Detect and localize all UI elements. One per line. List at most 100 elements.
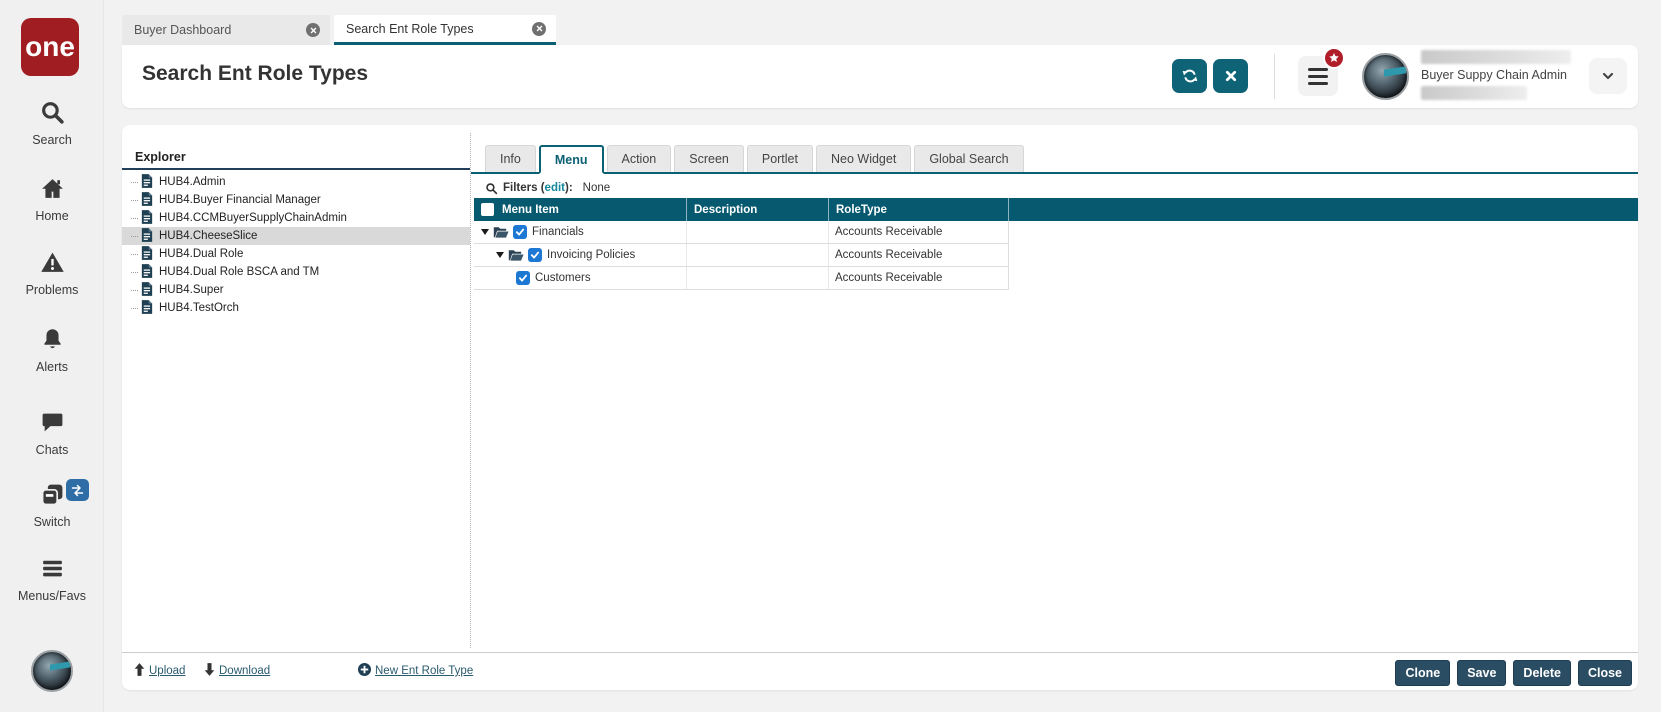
tab-portlet[interactable]: Portlet	[747, 145, 813, 172]
window-tab-search-ent-role-types[interactable]: Search Ent Role Types	[334, 15, 556, 45]
tree-item-label: HUB4.CCMBuyerSupplyChainAdmin	[159, 212, 347, 224]
download-arrow-icon	[204, 663, 219, 679]
tree-item[interactable]: HUB4.Dual Role	[122, 245, 470, 263]
sidebar-item-problems[interactable]: Problems	[0, 250, 104, 297]
row-checkbox[interactable]	[516, 271, 530, 285]
tree-connector	[131, 218, 138, 219]
tree-item-label: HUB4.Dual Role	[159, 248, 243, 260]
tree-item[interactable]: HUB4.CCMBuyerSupplyChainAdmin	[122, 209, 470, 227]
tree-item[interactable]: HUB4.Admin	[122, 173, 470, 191]
row-checkbox[interactable]	[513, 225, 527, 239]
sidebar-item-search[interactable]: Search	[0, 100, 104, 147]
upload-link[interactable]: Upload	[134, 663, 185, 679]
tree-item[interactable]: HUB4.Super	[122, 281, 470, 299]
collapse-caret-icon[interactable]	[496, 252, 504, 258]
tab-close-icon[interactable]	[532, 22, 546, 36]
tree-item-label: HUB4.CheeseSlice	[159, 230, 257, 242]
tab-neo-widget[interactable]: Neo Widget	[816, 145, 911, 172]
folder-open-icon	[493, 226, 509, 239]
save-button[interactable]: Save	[1457, 660, 1506, 686]
sidebar-item-label: Chats	[36, 443, 69, 457]
sidebar-item-label: Problems	[26, 283, 79, 297]
sidebar-item-label: Alerts	[36, 360, 68, 374]
sidebar: one Search Home Problems Alerts Chats Switch M…	[0, 0, 104, 712]
tab-action[interactable]: Action	[607, 145, 672, 172]
roletype-value: Accounts Receivable	[835, 249, 942, 261]
roletype-value: Accounts Receivable	[835, 226, 942, 238]
app-logo[interactable]: one	[21, 18, 79, 76]
tree-connector	[131, 290, 138, 291]
tree-item[interactable]: HUB4.Buyer Financial Manager	[122, 191, 470, 209]
sidebar-item-label: Menus/Favs	[18, 589, 86, 603]
explorer-title: Explorer	[135, 150, 186, 164]
close-page-button[interactable]	[1213, 59, 1248, 93]
filters-edit-link[interactable]: edit	[545, 182, 565, 194]
header-divider	[1274, 54, 1275, 99]
detail-panel: InfoMenuActionScreenPortletNeo WidgetGlo…	[471, 125, 1638, 652]
redacted-user-org	[1421, 86, 1527, 100]
table-row[interactable]: Invoicing Policies Accounts Receivable	[474, 244, 1009, 267]
column-header-menu-item[interactable]: Menu Item	[474, 198, 687, 221]
window-tab-buyer-dashboard[interactable]: Buyer Dashboard	[122, 15, 330, 45]
tab-close-icon[interactable]	[306, 23, 320, 37]
tree-connector	[131, 200, 138, 201]
sidebar-item-menus-favs[interactable]: Menus/Favs	[0, 556, 104, 603]
tab-screen[interactable]: Screen	[674, 145, 744, 172]
user-avatar[interactable]	[1362, 53, 1409, 100]
sidebar-item-home[interactable]: Home	[0, 176, 104, 223]
download-link[interactable]: Download	[204, 663, 270, 679]
column-header-label: Menu Item	[502, 204, 559, 216]
delete-button[interactable]: Delete	[1513, 660, 1571, 686]
action-bar: Upload Download New Ent Role Type Clone Sav…	[122, 652, 1638, 690]
tab-info[interactable]: Info	[485, 145, 536, 172]
tree-item-label: HUB4.Super	[159, 284, 224, 296]
column-header-description[interactable]: Description	[687, 198, 829, 221]
filters-label: Filters (	[503, 182, 545, 194]
footer-link-label: Upload	[149, 665, 185, 677]
tree-connector	[131, 272, 138, 273]
tree-connector	[131, 236, 138, 237]
column-header-label: Description	[694, 204, 757, 216]
filters-suffix: ):	[565, 182, 573, 194]
switch-arrows-icon[interactable]	[66, 479, 89, 501]
tree-item[interactable]: HUB4.Dual Role BSCA and TM	[122, 263, 470, 281]
sidebar-item-alerts[interactable]: Alerts	[0, 327, 104, 374]
sidebar-item-switch[interactable]: Switch	[0, 482, 104, 529]
menu-bars-icon	[40, 556, 65, 586]
upload-arrow-icon	[134, 663, 149, 679]
tree-item[interactable]: HUB4.CheeseSlice	[122, 227, 470, 245]
roletype-value: Accounts Receivable	[835, 272, 942, 284]
menu-item-label: Invoicing Policies	[547, 249, 635, 261]
window-tab-label: Buyer Dashboard	[134, 23, 231, 37]
document-icon	[141, 300, 159, 317]
table-row[interactable]: Financials Accounts Receivable	[474, 221, 1009, 244]
clone-button[interactable]: Clone	[1395, 660, 1450, 686]
tab-menu[interactable]: Menu	[539, 145, 604, 174]
tree-connector	[131, 182, 138, 183]
row-checkbox[interactable]	[528, 248, 542, 262]
favorites-star-badge	[1323, 47, 1345, 69]
column-header-roletype[interactable]: RoleType	[829, 198, 1009, 221]
menu-item-label: Financials	[532, 226, 584, 238]
user-dropdown-button[interactable]	[1589, 58, 1627, 94]
bell-icon	[40, 327, 65, 357]
select-all-checkbox[interactable]	[481, 203, 494, 216]
search-icon	[485, 182, 498, 195]
sidebar-item-label: Search	[32, 133, 72, 147]
user-role-label: Buyer Suppy Chain Admin	[1421, 68, 1591, 82]
refresh-button[interactable]	[1172, 59, 1207, 93]
app-logo-text: one	[25, 31, 75, 63]
search-icon	[40, 100, 65, 130]
close-button[interactable]: Close	[1578, 660, 1632, 686]
new-ent-role-type-link[interactable]: New Ent Role Type	[358, 663, 473, 679]
document-icon	[141, 282, 159, 299]
tree-item[interactable]: HUB4.TestOrch	[122, 299, 470, 317]
collapse-caret-icon[interactable]	[481, 229, 489, 235]
tree-connector	[131, 308, 138, 309]
menu-item-label: Customers	[535, 272, 591, 284]
tab-global-search[interactable]: Global Search	[914, 145, 1023, 172]
sidebar-item-chats[interactable]: Chats	[0, 410, 104, 457]
table-row[interactable]: Customers Accounts Receivable	[474, 267, 1009, 290]
sidebar-avatar[interactable]	[31, 650, 73, 692]
folder-open-icon	[508, 249, 524, 262]
